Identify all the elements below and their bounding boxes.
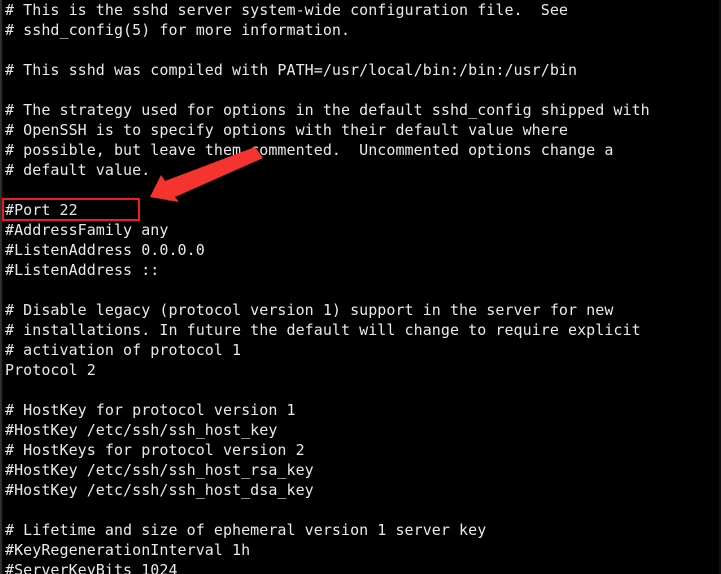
config-line: #ServerKeyBits 1024 [5, 561, 178, 574]
config-line [5, 180, 717, 200]
config-line: #HostKey /etc/ssh/ssh_host_key [5, 421, 278, 439]
config-line: # installations. In future the default w… [5, 321, 641, 339]
config-line: # This is the sshd server system-wide co… [5, 1, 569, 19]
config-line [5, 40, 717, 60]
config-line: #HostKey /etc/ssh/ssh_host_dsa_key [5, 481, 314, 499]
config-line: #Port 22 [5, 201, 78, 219]
window-left-edge [0, 0, 3, 574]
config-line: #ListenAddress :: [5, 261, 160, 279]
config-line: #AddressFamily any [5, 221, 169, 239]
config-line: # Disable legacy (protocol version 1) su… [5, 301, 614, 319]
sshd-config-text[interactable]: # This is the sshd server system-wide co… [5, 0, 717, 574]
config-line [5, 280, 717, 300]
config-line: #ListenAddress 0.0.0.0 [5, 241, 205, 259]
config-line: # HostKey for protocol version 1 [5, 401, 296, 419]
terminal-window: # This is the sshd server system-wide co… [0, 0, 721, 574]
config-line: # sshd_config(5) for more information. [5, 21, 351, 39]
config-line: # default value. [5, 161, 151, 179]
config-line: # Lifetime and size of ephemeral version… [5, 521, 487, 539]
config-line: # OpenSSH is to specify options with the… [5, 121, 569, 139]
config-line: # The strategy used for options in the d… [5, 101, 650, 119]
config-line: # possible, but leave them commented. Un… [5, 141, 614, 159]
config-line: Protocol 2 [5, 361, 96, 379]
config-line: # This sshd was compiled with PATH=/usr/… [5, 61, 578, 79]
config-line [5, 80, 717, 100]
config-line [5, 380, 717, 400]
config-line: # activation of protocol 1 [5, 341, 242, 359]
config-line: #KeyRegenerationInterval 1h [5, 541, 251, 559]
config-line [5, 500, 717, 520]
config-line: #HostKey /etc/ssh/ssh_host_rsa_key [5, 461, 314, 479]
config-line: # HostKeys for protocol version 2 [5, 441, 305, 459]
